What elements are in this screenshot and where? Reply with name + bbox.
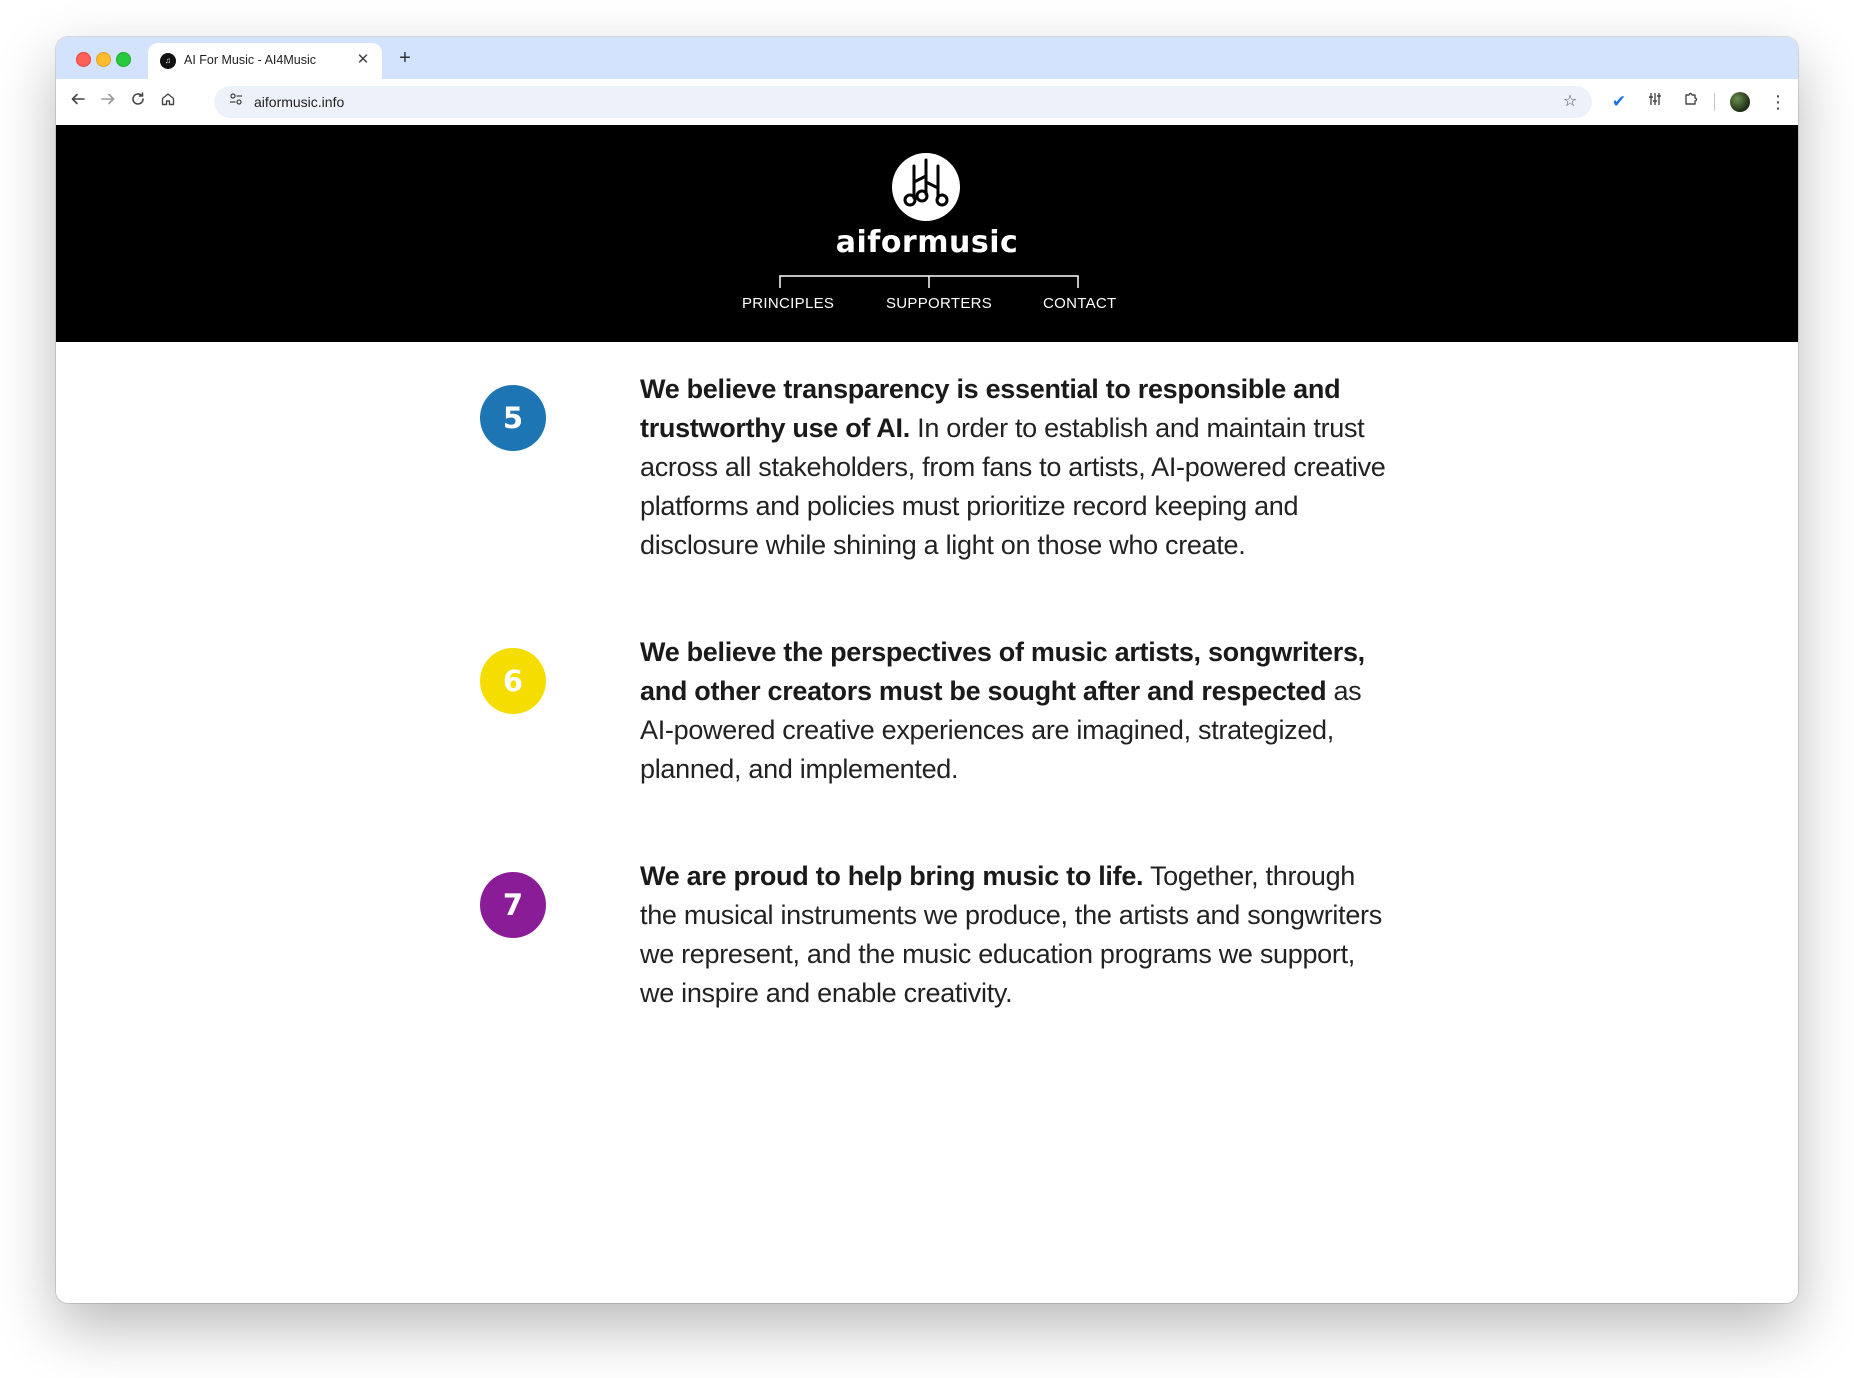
tab-search-icon[interactable] xyxy=(1686,90,1710,114)
principle-bold-statement: We are proud to help bring music to life… xyxy=(640,861,1144,891)
principle-number-badge: 5 xyxy=(480,385,546,451)
nav-supporters-link[interactable]: SUPPORTERS xyxy=(886,295,992,312)
browser-tab-active[interactable]: ♫ AI For Music - AI4Music ✕ xyxy=(148,43,382,79)
address-bar[interactable]: aiformusic.info ☆ xyxy=(214,86,1592,118)
new-tab-button[interactable]: + xyxy=(393,46,417,70)
logo-wordmark[interactable]: aiformusic xyxy=(56,225,1798,260)
nav-principles-link[interactable]: PRINCIPLES xyxy=(742,295,834,312)
desktop: ♫ AI For Music - AI4Music ✕ + aiformusic… xyxy=(0,0,1854,1378)
more-menu-icon[interactable]: ⋮ xyxy=(1766,90,1790,114)
tab-title: AI For Music - AI4Music xyxy=(184,53,316,67)
page-viewport: aiformusic PRINCIPLES SUPPORTERS CONTACT… xyxy=(56,125,1798,1303)
toolbar-separator xyxy=(1714,93,1715,111)
browser-toolbar: aiformusic.info ☆ ✔ ⋮ xyxy=(56,79,1798,126)
extension-icon[interactable] xyxy=(1643,90,1667,114)
minimize-window-button[interactable] xyxy=(96,52,111,67)
principle-number-badge: 6 xyxy=(480,648,546,714)
site-settings-icon[interactable] xyxy=(224,90,248,114)
principle-text: We believe transparency is essential to … xyxy=(640,370,1390,565)
bookmark-star-icon[interactable]: ☆ xyxy=(1558,90,1582,114)
checkmark-extension-icon[interactable]: ✔ xyxy=(1607,90,1631,114)
url-text[interactable]: aiformusic.info xyxy=(254,94,344,110)
close-window-button[interactable] xyxy=(76,52,91,67)
principle-text: We are proud to help bring music to life… xyxy=(640,857,1390,1013)
nav-connector-lines xyxy=(779,275,1079,288)
principle-text: We believe the perspectives of music art… xyxy=(640,633,1390,789)
forward-icon[interactable] xyxy=(96,90,120,114)
zoom-window-button[interactable] xyxy=(116,52,131,67)
principle-number-badge: 7 xyxy=(480,872,546,938)
reload-icon[interactable] xyxy=(126,90,150,114)
profile-avatar[interactable] xyxy=(1730,92,1750,112)
back-icon[interactable] xyxy=(66,90,90,114)
site-favicon-icon: ♫ xyxy=(160,53,176,69)
close-tab-icon[interactable]: ✕ xyxy=(354,51,372,69)
aiformusic-logo-icon[interactable] xyxy=(891,152,961,222)
browser-window: ♫ AI For Music - AI4Music ✕ + aiformusic… xyxy=(56,37,1798,1303)
nav-contact-link[interactable]: CONTACT xyxy=(1043,295,1116,312)
principle-bold-statement: We believe the perspectives of music art… xyxy=(640,637,1365,706)
site-header: aiformusic PRINCIPLES SUPPORTERS CONTACT xyxy=(56,125,1798,342)
home-icon[interactable] xyxy=(156,90,180,114)
tab-strip: ♫ AI For Music - AI4Music ✕ + xyxy=(56,37,1798,79)
